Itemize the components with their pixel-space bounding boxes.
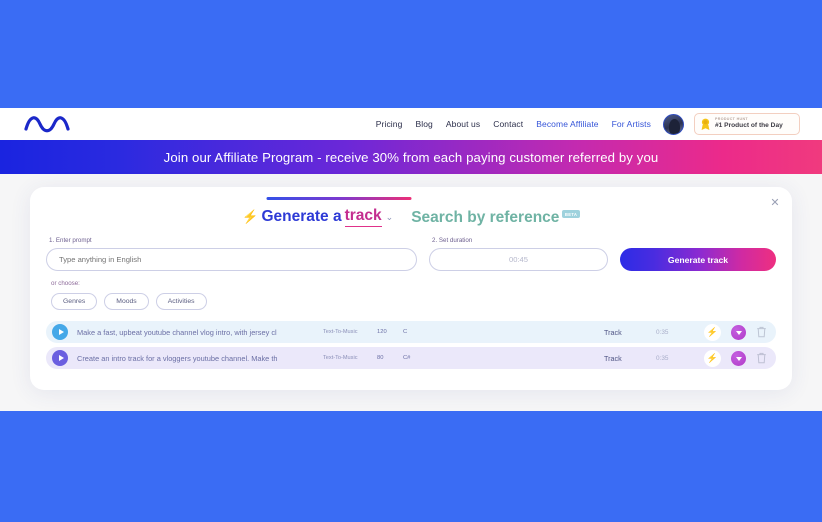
tab-search-label: Search by reference xyxy=(411,209,560,226)
track-duration: 0:35 xyxy=(656,354,669,362)
tab-generate-a-track[interactable]: ⚡ Generate a track ⌄ xyxy=(242,207,393,227)
play-icon[interactable] xyxy=(52,324,68,340)
product-hunt-main-label: #1 Product of the Day xyxy=(715,122,783,130)
download-icon[interactable] xyxy=(731,324,746,340)
product-hunt-badge[interactable]: PRODUCT HUNT #1 Product of the Day xyxy=(694,113,800,135)
nav-link-become-affiliate[interactable]: Become Affiliate xyxy=(536,119,598,129)
card-wrapper: ✕ ⚡ Generate a track ⌄ Search by referen… xyxy=(0,174,822,390)
extend-bolt-icon[interactable]: ⚡ xyxy=(704,349,721,367)
navbar: Pricing Blog About us Contact Become Aff… xyxy=(0,108,822,140)
prompt-label: 1. Enter prompt xyxy=(49,237,92,244)
chip-group: Genres Moods Activities xyxy=(51,293,776,310)
track-duration: 0:35 xyxy=(656,328,669,336)
tab-generate-highlight: track xyxy=(344,207,382,227)
chip-genres[interactable]: Genres xyxy=(51,293,98,310)
product-hunt-top-label: PRODUCT HUNT xyxy=(715,117,748,122)
track-actions: ⚡ xyxy=(704,349,767,367)
track-type: Text-To-Music xyxy=(323,355,358,361)
nav-link-about-us[interactable]: About us xyxy=(446,119,480,129)
generator-card: ✕ ⚡ Generate a track ⌄ Search by referen… xyxy=(30,187,792,390)
trash-icon[interactable] xyxy=(756,326,767,338)
chip-activities[interactable]: Activities xyxy=(155,293,207,310)
track-bpm: 80 xyxy=(377,355,384,361)
nav-links: Pricing Blog About us Contact Become Aff… xyxy=(376,119,651,129)
search-input[interactable] xyxy=(46,248,417,271)
medal-icon xyxy=(701,118,710,130)
track-title: Create an intro track for a vloggers you… xyxy=(77,353,278,363)
table-row[interactable]: Make a fast, upbeat youtube channel vlog… xyxy=(46,321,776,343)
nav-link-pricing[interactable]: Pricing xyxy=(376,119,403,129)
track-list: Make a fast, upbeat youtube channel vlog… xyxy=(46,321,776,369)
form-row: 1. Enter prompt 2. Set duration Generate… xyxy=(46,237,776,271)
product-hunt-text: PRODUCT HUNT #1 Product of the Day xyxy=(715,117,783,130)
generate-track-button[interactable]: Generate track xyxy=(620,248,776,271)
track-key: C xyxy=(403,329,408,335)
affiliate-banner-text: Join our Affiliate Program - receive 30%… xyxy=(163,149,659,165)
nav-link-contact[interactable]: Contact xyxy=(493,119,523,129)
card-tabs: ⚡ Generate a track ⌄ Search by reference… xyxy=(46,197,776,227)
extend-bolt-icon[interactable]: ⚡ xyxy=(704,323,721,341)
table-row[interactable]: Create an intro track for a vloggers you… xyxy=(46,347,776,369)
download-icon[interactable] xyxy=(731,350,746,366)
track-bpm: 120 xyxy=(377,329,387,335)
chevron-down-icon[interactable]: ⌄ xyxy=(386,212,394,223)
duration-label: 2. Set duration xyxy=(432,237,473,244)
trash-icon[interactable] xyxy=(756,352,767,364)
affiliate-banner[interactable]: Join our Affiliate Program - receive 30%… xyxy=(0,140,822,174)
track-title: Make a fast, upbeat youtube channel vlog… xyxy=(77,327,277,337)
generate-column: Generate track xyxy=(620,237,776,271)
page-content: Pricing Blog About us Contact Become Aff… xyxy=(0,108,822,411)
tab-generate-prefix: Generate a xyxy=(261,208,342,225)
play-icon[interactable] xyxy=(52,350,68,366)
chip-moods[interactable]: Moods xyxy=(104,293,149,310)
or-choose-label: or choose: xyxy=(51,280,80,287)
bolt-icon: ⚡ xyxy=(242,209,259,224)
track-actions: ⚡ xyxy=(704,323,767,341)
track-type: Text-To-Music xyxy=(323,329,358,335)
duration-column: 2. Set duration xyxy=(429,237,608,271)
avatar[interactable] xyxy=(663,113,684,135)
duration-input[interactable] xyxy=(429,248,608,271)
track-key: C# xyxy=(403,355,411,361)
active-tab-underline xyxy=(266,197,412,200)
track-label: Track xyxy=(604,327,622,337)
nav-link-blog[interactable]: Blog xyxy=(415,119,432,129)
track-label: Track xyxy=(604,353,622,363)
mubert-wave-logo[interactable] xyxy=(24,113,70,135)
nav-link-for-artists[interactable]: For Artists xyxy=(612,119,651,129)
tab-search-by-reference[interactable]: Search by reference BETA xyxy=(411,209,580,227)
beta-badge: BETA xyxy=(562,210,580,218)
prompt-column: 1. Enter prompt xyxy=(46,237,417,271)
